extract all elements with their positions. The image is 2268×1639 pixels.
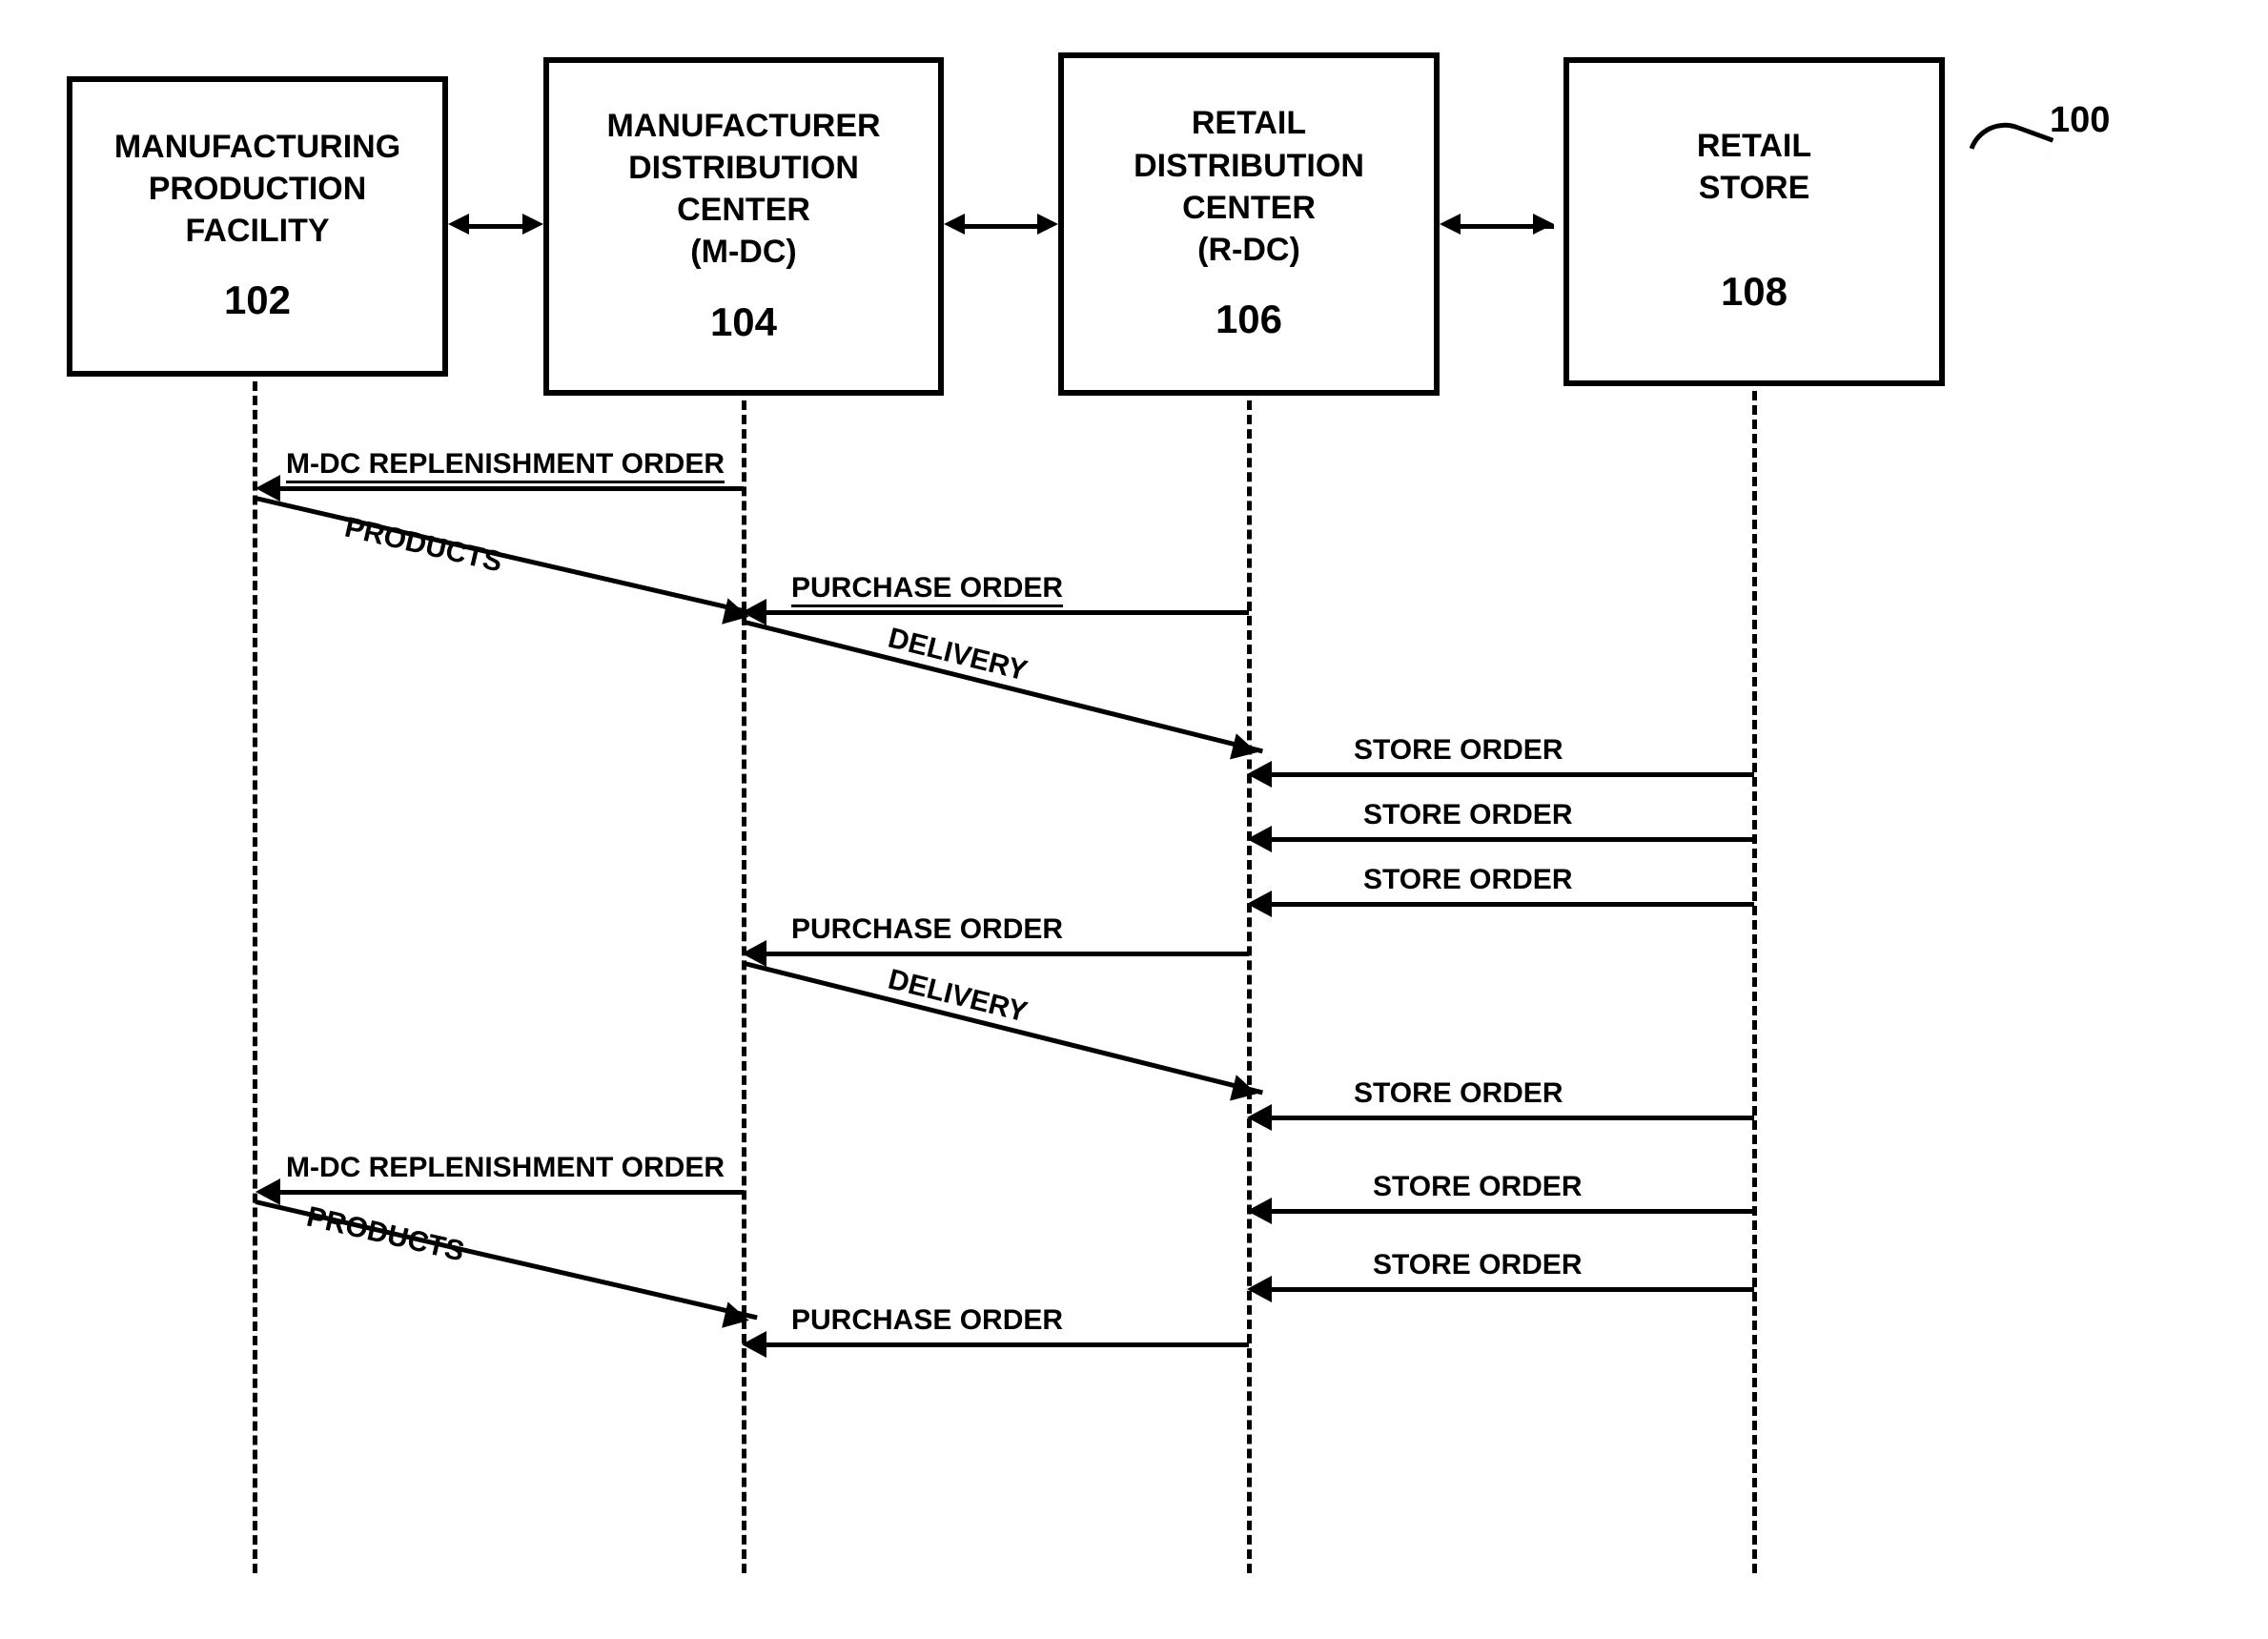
double-arrow-head-left-102-104 (448, 214, 469, 235)
arrow-m15 (763, 1342, 1249, 1347)
diagram-canvas: MANUFACTURING PRODUCTION FACILITY 102 MA… (0, 0, 2268, 1639)
double-arrow-head-right-104-106 (1037, 214, 1058, 235)
label-m12: STORE ORDER (1373, 1249, 1582, 1281)
participant-box-102: MANUFACTURING PRODUCTION FACILITY 102 (67, 76, 448, 377)
arrow-m2 (255, 496, 757, 616)
box-108-ref: 108 (1721, 266, 1788, 318)
label-m15: PURCHASE ORDER (791, 1304, 1063, 1337)
label-m9: DELIVERY (885, 963, 1031, 1029)
arrow-head-m6 (1247, 826, 1272, 852)
participant-box-106: RETAIL DISTRIBUTION CENTER (R-DC) 106 (1058, 52, 1440, 396)
arrow-m13 (276, 1190, 744, 1195)
box-102-line2: PRODUCTION (149, 168, 367, 210)
arrow-head-m11 (1247, 1198, 1272, 1224)
arrow-head-m12 (1247, 1276, 1272, 1302)
arrow-head-m5 (1247, 761, 1272, 788)
label-m8: PURCHASE ORDER (791, 913, 1063, 946)
double-arrow-104-106 (953, 224, 1049, 229)
participant-box-104: MANUFACTURER DISTRIBUTION CENTER (M-DC) … (543, 57, 944, 396)
lifeline-108 (1752, 391, 1757, 1573)
arrow-m8 (763, 952, 1249, 956)
arrow-head-m14 (722, 1301, 752, 1333)
arrow-m4 (744, 620, 1263, 753)
box-104-ref: 104 (710, 297, 777, 349)
arrow-m5 (1268, 772, 1754, 777)
label-m11: STORE ORDER (1373, 1171, 1582, 1203)
box-102-line3: FACILITY (185, 210, 329, 252)
figure-ref-label: 100 (2050, 100, 2110, 141)
arrow-head-m7 (1247, 891, 1272, 917)
participant-box-108: RETAIL STORE 108 (1563, 57, 1945, 386)
arrow-head-m10 (1247, 1104, 1272, 1131)
arrow-m7 (1268, 902, 1754, 907)
label-m3: PURCHASE ORDER (791, 572, 1063, 604)
double-arrow-head-right-102-104 (522, 214, 543, 235)
arrow-m12 (1268, 1287, 1754, 1292)
arrow-m9 (744, 961, 1263, 1095)
lifeline-106 (1247, 400, 1252, 1573)
box-106-ref: 106 (1216, 294, 1282, 346)
arrow-m11 (1268, 1209, 1754, 1214)
label-m14: PRODUCTS (303, 1201, 467, 1269)
box-106-line1: RETAIL (1192, 102, 1306, 144)
arrow-head-m15 (742, 1331, 766, 1358)
box-104-line4: (M-DC) (690, 231, 796, 273)
box-106-line4: (R-DC) (1197, 229, 1300, 271)
label-m13: M-DC REPLENISHMENT ORDER (286, 1152, 725, 1184)
box-108-line1: RETAIL (1697, 125, 1811, 167)
arrow-m3 (763, 610, 1249, 615)
box-104-line3: CENTER (677, 189, 810, 231)
lifeline-104 (742, 400, 746, 1573)
label-m10: STORE ORDER (1354, 1077, 1563, 1110)
figure-ref-leader (1970, 113, 2054, 174)
label-m4: DELIVERY (885, 622, 1031, 687)
label-m2: PRODUCTS (341, 512, 505, 580)
label-m5: STORE ORDER (1354, 734, 1563, 767)
arrow-m6 (1268, 837, 1754, 842)
arrow-m1 (276, 486, 744, 491)
box-104-line2: DISTRIBUTION (628, 147, 859, 189)
double-arrow-head-left-106-108 (1440, 214, 1461, 235)
label-m7: STORE ORDER (1363, 864, 1572, 896)
lifeline-102 (253, 381, 257, 1573)
label-m6: STORE ORDER (1363, 799, 1572, 831)
arrow-m10 (1268, 1116, 1754, 1120)
box-108-line2: STORE (1699, 167, 1810, 209)
double-arrow-head-left-104-106 (944, 214, 965, 235)
box-102-ref: 102 (224, 275, 291, 327)
label-m1: M-DC REPLENISHMENT ORDER (286, 448, 725, 481)
arrow-head-m9 (1230, 1075, 1260, 1106)
box-106-line2: DISTRIBUTION (1134, 145, 1364, 187)
double-arrow-head-right-106-108 (1533, 214, 1554, 235)
box-102-line1: MANUFACTURING (114, 126, 400, 168)
box-104-line1: MANUFACTURER (606, 105, 880, 147)
box-106-line3: CENTER (1182, 187, 1316, 229)
